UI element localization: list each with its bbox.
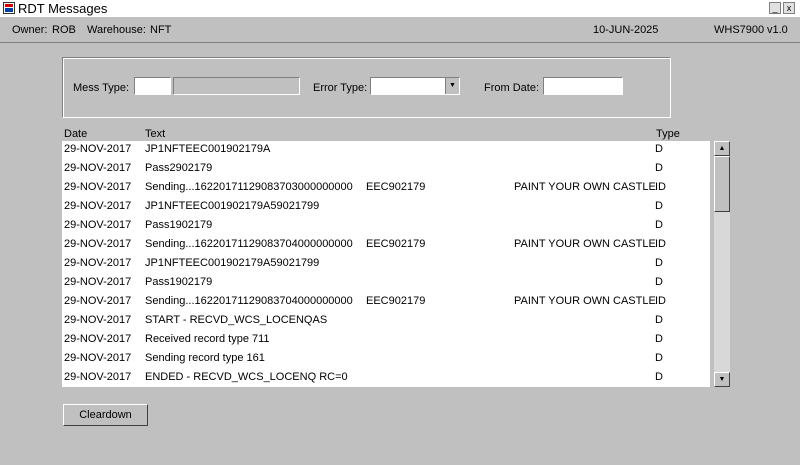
table-row[interactable]: 29-NOV-2017 JP1NFTEEC001902179A59021799 D xyxy=(62,255,710,274)
close-button[interactable]: x xyxy=(783,2,795,14)
column-header-type: Type xyxy=(656,128,680,140)
warehouse-label: Warehouse: xyxy=(87,24,146,36)
mess-type-description xyxy=(173,77,300,95)
table-row[interactable]: 29-NOV-2017 START - RECVD_WCS_LOCENQAS D xyxy=(62,312,710,331)
table-row[interactable]: 29-NOV-2017 JP1NFTEEC001902179A D xyxy=(62,141,710,160)
cell-text: Pass2902179 xyxy=(145,162,213,174)
cell-text: Sending...16220171129083703000000000 xyxy=(145,181,353,193)
cell-type: D xyxy=(655,333,663,345)
cell-date: 29-NOV-2017 xyxy=(64,352,132,364)
scroll-up-button[interactable]: ▲ xyxy=(714,141,730,156)
cell-description: PAINT YOUR OWN CASTLE xyxy=(514,295,656,307)
table-row[interactable]: 29-NOV-2017 Sending...1622017112908370400… xyxy=(62,236,710,255)
table-row[interactable]: 29-NOV-2017 Sending record type 161 D xyxy=(62,350,710,369)
cell-date: 29-NOV-2017 xyxy=(64,143,132,155)
cell-date: 29-NOV-2017 xyxy=(64,181,132,193)
cell-date: 29-NOV-2017 xyxy=(64,314,132,326)
from-date-label: From Date: xyxy=(484,82,540,94)
cell-type: D xyxy=(655,314,663,326)
cell-text: Sending...16220171129083704000000000 xyxy=(145,238,353,250)
cell-text: Pass1902179 xyxy=(145,276,213,288)
cell-type: D xyxy=(655,143,663,155)
table-row[interactable]: 29-NOV-2017 Received record type 711 D xyxy=(62,331,710,350)
table-row[interactable]: 29-NOV-2017 Pass1902179 D xyxy=(62,217,710,236)
current-date: 10-JUN-2025 xyxy=(593,24,659,36)
cell-date: 29-NOV-2017 xyxy=(64,276,132,288)
cell-text: Sending...16220171129083704000000000 xyxy=(145,295,353,307)
cell-type: ID xyxy=(655,238,666,250)
app-icon xyxy=(3,2,15,14)
cell-date: 29-NOV-2017 xyxy=(64,219,132,231)
cell-type: ID xyxy=(655,295,666,307)
table-row[interactable]: 29-NOV-2017 Sending...1622017112908370300… xyxy=(62,179,710,198)
table-row[interactable]: 29-NOV-2017 ENDED - RECVD_WCS_LOCENQ RC=0… xyxy=(62,369,710,387)
table-row[interactable]: 29-NOV-2017 JP1NFTEEC001902179A59021799 D xyxy=(62,198,710,217)
table-row[interactable]: 29-NOV-2017 Sending...1622017112908370400… xyxy=(62,293,710,312)
mess-type-label: Mess Type: xyxy=(73,82,130,94)
window-title: RDT Messages xyxy=(18,1,108,16)
cell-text: JP1NFTEEC001902179A59021799 xyxy=(145,200,320,212)
cell-type: D xyxy=(655,200,663,212)
mess-type-input[interactable] xyxy=(134,77,171,95)
from-date-input[interactable] xyxy=(543,77,623,95)
error-type-select[interactable]: ▼ xyxy=(370,77,460,95)
module-code: WHS7900 xyxy=(714,24,765,36)
cell-date: 29-NOV-2017 xyxy=(64,333,132,345)
column-header-date: Date xyxy=(64,128,88,140)
error-type-label: Error Type: xyxy=(313,82,368,94)
cell-text: Pass1902179 xyxy=(145,219,213,231)
vertical-scrollbar[interactable]: ▲ ▼ xyxy=(714,141,730,387)
cleardown-button[interactable]: Cleardown xyxy=(63,404,148,426)
cell-date: 29-NOV-2017 xyxy=(64,162,132,174)
cell-type: D xyxy=(655,352,663,364)
cell-text: Sending record type 161 xyxy=(145,352,265,364)
scroll-thumb[interactable] xyxy=(714,156,730,212)
cell-text: Received record type 711 xyxy=(145,333,270,345)
cell-text: JP1NFTEEC001902179A59021799 xyxy=(145,257,320,269)
version: v1.0 xyxy=(767,24,788,36)
cell-text: JP1NFTEEC001902179A xyxy=(145,143,271,155)
cell-description: PAINT YOUR OWN CASTLE xyxy=(514,238,656,250)
status-bar: Owner: ROB Warehouse: NFT 10-JUN-2025 WH… xyxy=(0,18,800,43)
owner-label: Owner: xyxy=(12,24,48,36)
cell-date: 29-NOV-2017 xyxy=(64,238,132,250)
table-row[interactable]: 29-NOV-2017 Pass1902179 D xyxy=(62,274,710,293)
warehouse-value: NFT xyxy=(150,24,172,36)
cell-type: D xyxy=(655,257,663,269)
table-row[interactable]: 29-NOV-2017 Pass2902179 D xyxy=(62,160,710,179)
cell-date: 29-NOV-2017 xyxy=(64,257,132,269)
minimize-button[interactable]: _ xyxy=(769,2,781,14)
cell-type: D xyxy=(655,276,663,288)
column-header-text: Text xyxy=(145,128,166,140)
cell-type: ID xyxy=(655,181,666,193)
cell-reference: EEC902179 xyxy=(366,238,426,250)
cell-type: D xyxy=(655,219,663,231)
cell-reference: EEC902179 xyxy=(366,295,426,307)
cell-text: ENDED - RECVD_WCS_LOCENQ RC=0 xyxy=(145,371,348,383)
cell-text: START - RECVD_WCS_LOCENQAS xyxy=(145,314,328,326)
cell-type: D xyxy=(655,162,663,174)
filter-panel: Mess Type: Error Type: ▼ From Date: xyxy=(62,57,671,118)
cell-date: 29-NOV-2017 xyxy=(64,371,132,383)
title-bar: RDT Messages _ x xyxy=(0,0,800,17)
cell-description: PAINT YOUR OWN CASTLE xyxy=(514,181,656,193)
chevron-down-icon[interactable]: ▼ xyxy=(445,78,459,94)
cell-date: 29-NOV-2017 xyxy=(64,295,132,307)
cell-type: D xyxy=(655,371,663,383)
cell-date: 29-NOV-2017 xyxy=(64,200,132,212)
owner-value: ROB xyxy=(52,24,76,36)
cell-reference: EEC902179 xyxy=(366,181,426,193)
scroll-down-button[interactable]: ▼ xyxy=(714,372,730,387)
messages-table: 29-NOV-2017 JP1NFTEEC001902179A D 29-NOV-20… xyxy=(62,141,710,387)
